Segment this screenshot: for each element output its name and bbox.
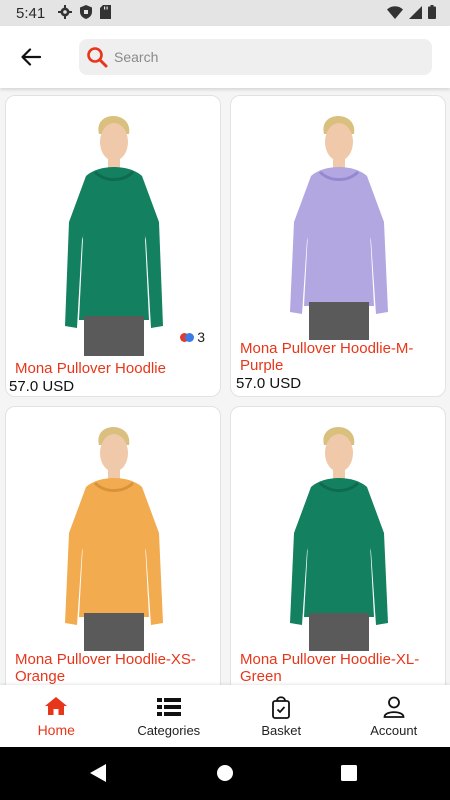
product-image — [6, 100, 220, 356]
nav-item-home[interactable]: Home — [0, 685, 113, 747]
bottom-nav: Home Categories Basket Account — [0, 685, 450, 747]
wifi-icon — [387, 5, 403, 19]
signal-icon — [409, 5, 422, 19]
product-image — [6, 411, 220, 667]
back-button[interactable] — [18, 44, 44, 70]
battery-icon — [428, 5, 436, 19]
product-price: 57.0 USD — [236, 375, 302, 392]
app-bar — [0, 26, 450, 88]
nav-label: Account — [370, 722, 418, 738]
product-card[interactable]: Mona Pullover Hoodlie-M-Purple 57.0 USD — [230, 95, 446, 397]
list-icon — [156, 695, 181, 719]
nav-item-categories[interactable]: Categories — [113, 685, 226, 747]
product-name: Mona Pullover Hoodlie-XS-Orange — [15, 651, 196, 685]
color-dots-icon — [180, 329, 195, 345]
arrow-left-icon — [21, 48, 41, 66]
nav-item-basket[interactable]: Basket — [225, 685, 338, 747]
basket-icon — [271, 695, 291, 719]
product-price: 57.0 USD — [9, 378, 75, 395]
product-image — [231, 411, 445, 667]
product-card[interactable]: Mona Pullover Hoodlie-XL-Green — [230, 406, 446, 685]
nav-label: Home — [37, 722, 75, 738]
account-icon — [383, 695, 405, 719]
nav-label: Basket — [261, 722, 302, 738]
product-name: Mona Pullover Hoodlie-M-Purple — [240, 340, 414, 374]
settings-icon — [58, 5, 72, 19]
shield-icon — [80, 5, 92, 19]
product-card[interactable]: Mona Pullover Hoodlie-XS-Orange — [5, 406, 221, 685]
product-name: Mona Pullover Hoodlie — [15, 360, 166, 377]
product-name: Mona Pullover Hoodlie-XL-Green — [240, 651, 420, 685]
status-time: 5:41 — [16, 5, 46, 22]
system-home-icon[interactable] — [217, 765, 233, 781]
system-back-icon[interactable] — [90, 764, 106, 782]
search-icon — [86, 46, 108, 68]
system-nav-bar — [0, 747, 450, 800]
color-count: 3 — [197, 329, 205, 345]
sd-card-icon — [100, 5, 111, 19]
product-grid: 3 Mona Pullover Hoodlie 57.0 USD Mona Pu… — [0, 88, 450, 685]
color-variants-badge: 3 — [180, 329, 205, 345]
search-box[interactable] — [79, 39, 432, 75]
home-icon — [45, 694, 68, 718]
system-recents-icon[interactable] — [341, 765, 357, 781]
status-bar: 5:41 — [0, 0, 450, 26]
product-card[interactable]: 3 Mona Pullover Hoodlie 57.0 USD — [5, 95, 221, 397]
product-image — [231, 100, 445, 356]
search-input[interactable] — [114, 49, 414, 65]
nav-label: Categories — [137, 722, 201, 738]
nav-item-account[interactable]: Account — [338, 685, 450, 747]
